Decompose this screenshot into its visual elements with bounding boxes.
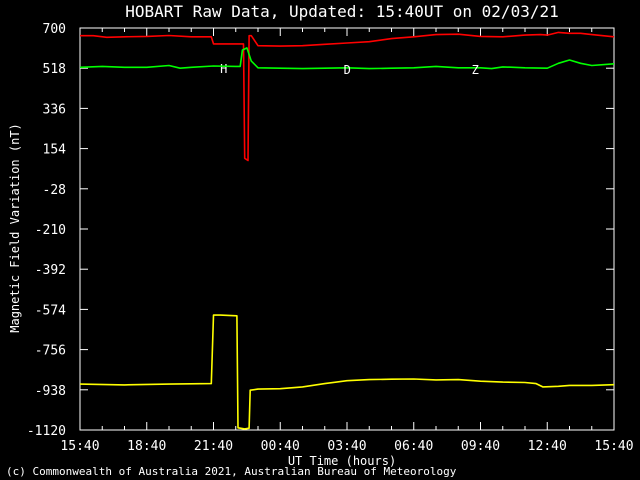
plot-frame	[79, 27, 615, 431]
y-tick-label: 518	[43, 62, 66, 77]
series-line-z	[79, 314, 615, 430]
series-line-h	[80, 31, 615, 162]
y-tick-label: -756	[35, 344, 66, 359]
chart-title: HOBART Raw Data, Updated: 15:40UT on 02/…	[125, 2, 558, 21]
y-tick-label: -210	[35, 223, 66, 238]
series-label-d: D	[344, 63, 351, 77]
y-tick-label: -392	[35, 263, 66, 278]
series-label-h: H	[220, 62, 227, 76]
y-tick-label: -1120	[27, 424, 66, 439]
y-tick-label: 154	[43, 143, 67, 158]
y-tick-label: 336	[43, 102, 66, 117]
series-label-z: Z	[472, 63, 479, 77]
x-tick-label: 12:40	[528, 439, 567, 454]
y-tick-label: 700	[43, 22, 66, 37]
x-tick-label: 15:40	[60, 439, 99, 454]
x-tick-label: 09:40	[461, 439, 500, 454]
magnetometer-chart: HOBART Raw Data, Updated: 15:40UT on 02/…	[6, 2, 634, 478]
x-tick-label: 18:40	[127, 439, 166, 454]
y-tick-label: -28	[43, 183, 66, 198]
x-tick-label: 06:40	[394, 439, 433, 454]
y-axis-label: Magnetic Field Variation (nT)	[8, 123, 22, 333]
y-tick-label: -574	[35, 303, 66, 318]
x-tick-label: 21:40	[194, 439, 233, 454]
plot-area: 700 518 336 154 -28 -210 -392 -574 -756 -938 -1120…	[27, 22, 634, 454]
x-tick-label: 03:40	[327, 439, 366, 454]
y-tick-label: -938	[35, 384, 66, 399]
x-tick-label: 00:40	[261, 439, 300, 454]
x-tick-label: 15:40	[594, 439, 633, 454]
copyright-text: (c) Commonwealth of Australia 2021, Aust…	[6, 465, 457, 478]
